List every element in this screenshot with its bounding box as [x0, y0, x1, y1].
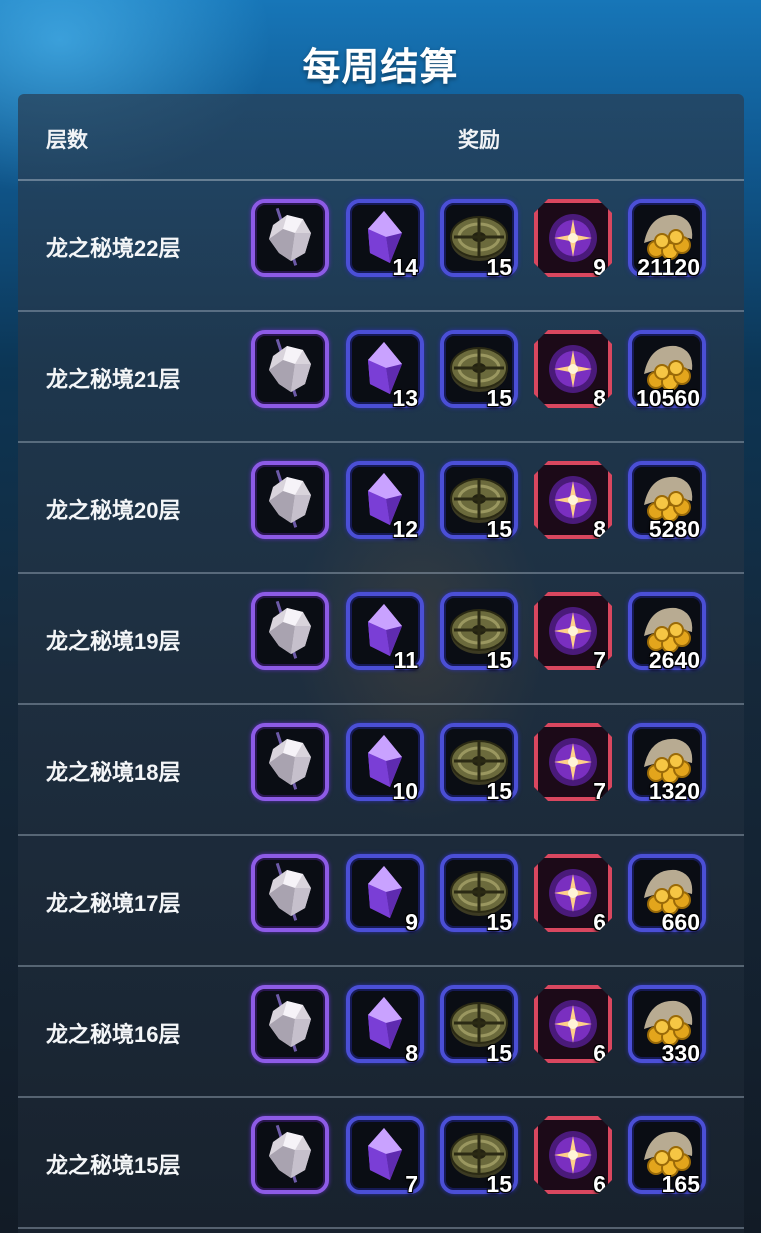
reward-item[interactable] — [251, 723, 329, 801]
reward-item[interactable]: 21120 — [628, 199, 706, 280]
reward-item[interactable]: 9 — [346, 854, 424, 935]
floor-label: 龙之秘境20层 — [46, 498, 181, 523]
reward-item[interactable]: 13 — [346, 330, 424, 411]
reward-item[interactable] — [251, 592, 329, 670]
reward-item[interactable]: 7 — [534, 723, 612, 801]
reward-item[interactable] — [251, 330, 329, 408]
reward-item[interactable]: 2640 — [628, 592, 706, 673]
reward-quantity: 8 — [593, 516, 606, 542]
reward-item[interactable]: 15 — [440, 985, 518, 1066]
reward-item[interactable]: 7 — [346, 1116, 424, 1197]
reward-quantity: 2640 — [648, 647, 700, 673]
reward-quantity: 5280 — [648, 516, 700, 542]
floor-label: 龙之秘境15层 — [46, 1153, 181, 1178]
reward-quantity: 21120 — [637, 254, 700, 280]
reward-item[interactable]: 7 — [534, 592, 612, 670]
reward-item[interactable] — [251, 461, 329, 539]
reward-quantity: 8 — [593, 385, 606, 411]
reward-item[interactable]: 660 — [628, 854, 706, 935]
header-reward: 奖励 — [458, 129, 500, 152]
floor-label: 龙之秘境21层 — [46, 367, 181, 392]
table-row: 龙之秘境21层 13 15 8 10560 — [18, 312, 744, 443]
reward-item[interactable]: 15 — [440, 592, 518, 673]
reward-item[interactable]: 10 — [346, 723, 424, 804]
reward-item[interactable]: 8 — [534, 330, 612, 408]
reward-quantity: 7 — [593, 778, 606, 804]
reward-item[interactable]: 15 — [440, 461, 518, 542]
reward-quantity: 10 — [392, 778, 418, 804]
reward-quantity: 15 — [486, 254, 512, 280]
reward-quantity: 7 — [405, 1171, 418, 1197]
reward-quantity: 7 — [593, 647, 606, 673]
reward-quantity: 11 — [393, 647, 418, 673]
reward-quantity: 9 — [405, 909, 418, 935]
reward-quantity: 8 — [405, 1040, 418, 1066]
floor-label: 龙之秘境18层 — [46, 760, 181, 785]
header-floor: 层数 — [46, 129, 88, 152]
table-row: 龙之秘境15层 7 15 6 165 — [18, 1098, 744, 1229]
reward-item[interactable] — [251, 199, 329, 277]
floor-label: 龙之秘境19层 — [46, 629, 181, 654]
reward-item[interactable] — [251, 854, 329, 932]
table-row: 龙之秘境19层 11 15 7 2640 — [18, 574, 744, 705]
reward-quantity: 6 — [593, 1040, 606, 1066]
reward-item[interactable] — [251, 985, 329, 1063]
reward-quantity: 15 — [486, 1040, 512, 1066]
reward-quantity: 15 — [486, 909, 512, 935]
reward-item[interactable]: 5280 — [628, 461, 706, 542]
reward-item[interactable]: 8 — [346, 985, 424, 1066]
reward-quantity: 9 — [593, 254, 606, 280]
reward-item[interactable]: 330 — [628, 985, 706, 1066]
reward-quantity: 165 — [661, 1171, 700, 1197]
reward-item[interactable]: 15 — [440, 723, 518, 804]
reward-quantity: 6 — [593, 1171, 606, 1197]
reward-quantity: 15 — [486, 1171, 512, 1197]
reward-quantity: 15 — [486, 778, 512, 804]
table-row: 龙之秘境20层 12 15 8 5280 — [18, 443, 744, 574]
reward-item[interactable]: 8 — [534, 461, 612, 539]
reward-quantity: 15 — [486, 385, 512, 411]
table-header: 层数 奖励 — [18, 94, 744, 181]
floor-label: 龙之秘境16层 — [46, 1022, 181, 1047]
reward-item[interactable]: 6 — [534, 854, 612, 932]
rewards-table: 层数 奖励 龙之秘境22层 14 15 9 21120 龙之秘境21层 13 1… — [18, 94, 744, 1233]
reward-item[interactable]: 15 — [440, 199, 518, 280]
table-row: 龙之秘境17层 9 15 6 660 — [18, 836, 744, 967]
reward-quantity: 15 — [486, 647, 512, 673]
reward-quantity: 13 — [392, 385, 418, 411]
reward-quantity: 1320 — [648, 778, 700, 804]
reward-item[interactable] — [251, 1116, 329, 1194]
reward-quantity: 15 — [486, 516, 512, 542]
table-row: 龙之秘境18层 10 15 7 1320 — [18, 705, 744, 836]
table-body: 龙之秘境22层 14 15 9 21120 龙之秘境21层 13 15 8 10… — [18, 181, 744, 1229]
reward-quantity: 10560 — [636, 385, 700, 411]
reward-item[interactable]: 6 — [534, 985, 612, 1063]
reward-quantity: 14 — [392, 254, 418, 280]
reward-item[interactable]: 15 — [440, 330, 518, 411]
reward-quantity: 12 — [392, 516, 418, 542]
reward-item[interactable]: 14 — [346, 199, 424, 280]
reward-quantity: 330 — [661, 1040, 700, 1066]
reward-item[interactable]: 10560 — [628, 330, 706, 411]
reward-item[interactable]: 165 — [628, 1116, 706, 1197]
reward-item[interactable]: 1320 — [628, 723, 706, 804]
reward-item[interactable]: 11 — [346, 592, 424, 673]
page-title: 每周结算 — [302, 47, 459, 89]
floor-label: 龙之秘境17层 — [46, 891, 181, 916]
table-row: 龙之秘境16层 8 15 6 330 — [18, 967, 744, 1098]
reward-item[interactable]: 9 — [534, 199, 612, 277]
floor-label: 龙之秘境22层 — [46, 236, 181, 261]
table-row: 龙之秘境22层 14 15 9 21120 — [18, 181, 744, 312]
reward-quantity: 660 — [661, 909, 700, 935]
reward-item[interactable]: 12 — [346, 461, 424, 542]
reward-item[interactable]: 15 — [440, 854, 518, 935]
reward-quantity: 6 — [593, 909, 606, 935]
reward-item[interactable]: 15 — [440, 1116, 518, 1197]
reward-item[interactable]: 6 — [534, 1116, 612, 1194]
